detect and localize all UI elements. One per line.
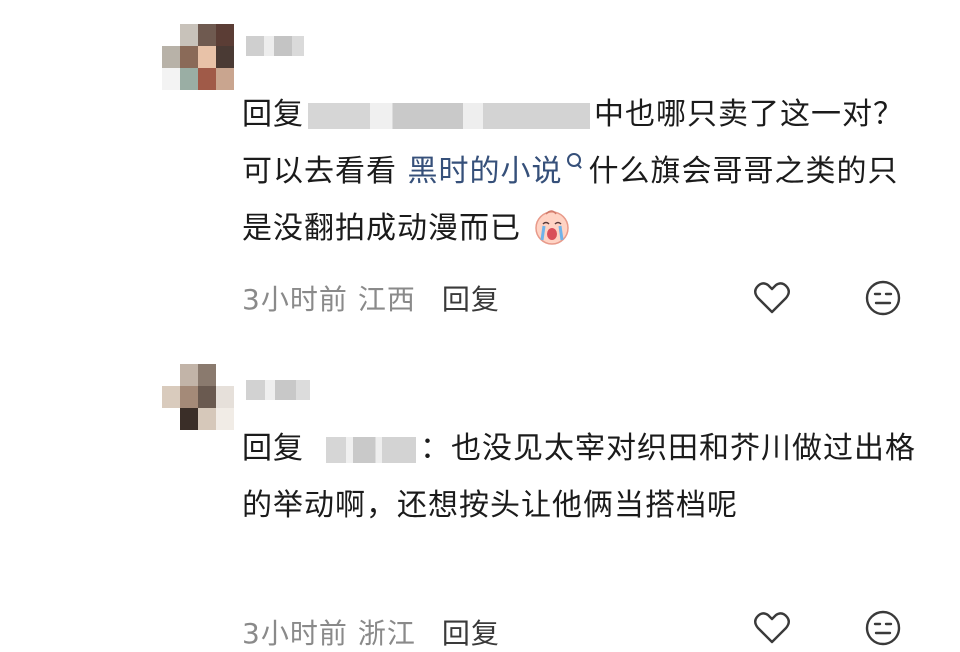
comment-meta: 3小时前 浙江 回复 (242, 612, 500, 652)
neutral-face-icon[interactable] (863, 608, 903, 648)
comment-item: 回复 ：也没见太宰对织田和芥川做过出格的举动啊，还想按头让他俩当搭档呢 3小时前 … (0, 0, 960, 650)
comment-text: 回复 ：也没见太宰对织田和芥川做过出格的举动啊，还想按头让他俩当搭档呢 (242, 420, 922, 534)
avatar[interactable] (162, 364, 234, 430)
reply-prefix: 回复 (242, 431, 304, 466)
heart-outline-icon[interactable] (752, 608, 792, 648)
username-masked[interactable] (246, 380, 310, 400)
mention-masked[interactable] (326, 436, 416, 463)
comment-location: 浙江 (357, 617, 416, 650)
comment-time: 3小时前 (242, 617, 348, 650)
reply-button[interactable]: 回复 (442, 612, 500, 652)
